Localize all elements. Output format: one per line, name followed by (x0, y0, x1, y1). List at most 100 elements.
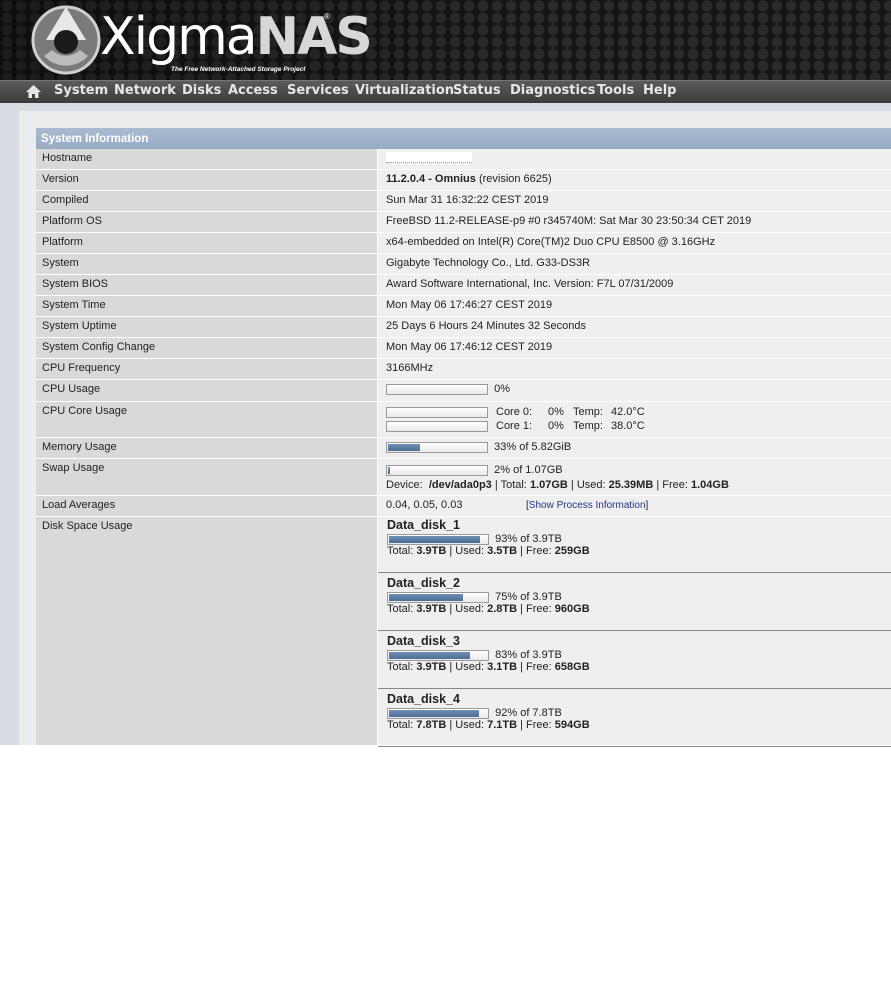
disk-2-details: Total: 3.9TB | Used: 2.8TB | Free: 960GB (387, 603, 590, 615)
disk-3-total-label: Total: (387, 661, 414, 673)
disk-4-total: 7.8TB (416, 719, 447, 731)
value-bios: Award Software International, Inc. Versi… (378, 275, 891, 295)
disk-2-total-label: Total: (387, 603, 414, 615)
value-cpu-frequency: 3166MHz (378, 359, 891, 379)
disk-1-used: 3.5TB (487, 545, 518, 557)
disk-4: Data_disk_4 92% of 7.8TB Total: 7.8TB | … (387, 692, 590, 731)
label-cpu-frequency: CPU Frequency (36, 359, 378, 379)
header-banner: XigmaNAS ® The Free Network-Attached Sto… (0, 0, 891, 80)
disk-3: Data_disk_3 83% of 3.9TB Total: 3.9TB | … (387, 634, 590, 673)
disk-2-total: 3.9TB (416, 603, 447, 615)
swap-total: 1.07GB (529, 479, 568, 491)
value-config-change: Mon May 06 17:46:12 CEST 2019 (378, 338, 891, 358)
value-disk-space-usage: Data_disk_1 93% of 3.9TB Total: 3.9TB | … (378, 517, 891, 747)
row-cpu-frequency: CPU Frequency 3166MHz (36, 359, 891, 380)
cpu-usage-bar (386, 383, 488, 395)
label-cpu-core-usage: CPU Core Usage (36, 402, 378, 437)
label-system-time: System Time (36, 296, 378, 316)
panel-title: System Information (36, 128, 891, 149)
value-memory-usage: 33% of 5.82GiB (378, 438, 891, 458)
disk-4-bar (387, 707, 489, 719)
disk-3-name: Data_disk_3 (387, 634, 460, 648)
disk-3-bar-fill (389, 651, 471, 659)
swap-details: Device: /dev/ada0p3 | Total: 1.07GB | Us… (386, 479, 729, 491)
label-disk-space-usage: Disk Space Usage (36, 517, 378, 745)
row-load-averages: Load Averages 0.04, 0.05, 0.03 [Show Pro… (36, 496, 891, 517)
row-compiled: Compiled Sun Mar 31 16:32:22 CEST 2019 (36, 191, 891, 212)
nav-status[interactable]: Status (453, 83, 501, 98)
value-cpu-usage: 0% (378, 380, 891, 401)
disk-1: Data_disk_1 93% of 3.9TB Total: 3.9TB | … (387, 518, 590, 557)
disk-4-used-label: | Used: (449, 719, 485, 731)
version-revision: (revision 6625) (478, 173, 552, 185)
swap-device: /dev/ada0p3 (428, 479, 492, 491)
nav-services[interactable]: Services (287, 83, 349, 98)
system-information-panel: System Information (36, 128, 891, 149)
disk-1-usage-text: 93% of 3.9TB (495, 533, 562, 545)
core-1-temp-label: Temp: (573, 420, 603, 432)
row-hostname: Hostname (36, 149, 891, 170)
core-1-bar (386, 420, 488, 432)
logo-tagline: The Free Network-Attached Storage Projec… (171, 66, 306, 73)
core-0-pct: 0% (548, 406, 564, 418)
show-process-information-link[interactable]: Show Process Information (529, 500, 646, 511)
disk-3-usage: 83% of 3.9TB (387, 649, 590, 661)
label-hostname: Hostname (36, 149, 378, 169)
row-bios: System BIOS Award Software International… (36, 275, 891, 296)
row-system: System Gigabyte Technology Co., Ltd. G33… (36, 254, 891, 275)
nav-network[interactable]: Network (114, 83, 176, 98)
row-cpu-core-usage: CPU Core Usage Core 0: 0% Temp: 42.0°C C… (36, 402, 891, 438)
disk-2-bar-fill (389, 593, 463, 601)
row-disk-space-usage: Disk Space Usage Data_disk_1 93% of 3.9T… (36, 517, 891, 747)
disk-3-total: 3.9TB (416, 661, 447, 673)
disk-2-name: Data_disk_2 (387, 576, 460, 590)
disk-4-bar-fill (389, 709, 480, 717)
label-platform: Platform (36, 233, 378, 253)
label-uptime: System Uptime (36, 317, 378, 337)
disk-2: Data_disk_2 75% of 3.9TB Total: 3.9TB | … (387, 576, 590, 615)
disk-1-bar-fill (389, 535, 481, 543)
core-0-bar (386, 406, 488, 418)
swap-free-label: | Free: (656, 479, 688, 491)
core-1-temp: 38.0°C (611, 420, 645, 432)
row-memory-usage: Memory Usage 33% of 5.82GiB (36, 438, 891, 459)
disk-1-name: Data_disk_1 (387, 518, 460, 532)
swap-free: 1.04GB (691, 479, 729, 491)
disk-4-free: 594GB (554, 719, 590, 731)
core-0-label: Core 0: (496, 406, 533, 418)
disk-4-used: 7.1TB (487, 719, 518, 731)
label-platform-os: Platform OS (36, 212, 378, 232)
home-icon[interactable] (25, 84, 42, 99)
row-uptime: System Uptime 25 Days 6 Hours 24 Minutes… (36, 317, 891, 338)
process-info-link-wrapper: [Show Process Information] (526, 500, 648, 511)
nav-system[interactable]: System (54, 83, 108, 98)
logo-registered-mark: ® (324, 12, 330, 21)
nav-access[interactable]: Access (228, 83, 278, 98)
label-version: Version (36, 170, 378, 190)
swap-usage-bar (386, 464, 488, 476)
system-info-table: Hostname Version 11.2.0.4 - Omnius (revi… (36, 149, 891, 747)
nav-help[interactable]: Help (643, 83, 676, 98)
core-1-label: Core 1: (496, 420, 533, 432)
swap-used: 25.39MB (608, 479, 654, 491)
disk-separator (378, 746, 891, 747)
main-navbar: System Network Disks Access Services Vir… (0, 80, 891, 104)
value-platform: x64-embedded on Intel(R) Core(TM)2 Duo C… (378, 233, 891, 253)
swap-device-label: Device: (386, 479, 423, 491)
disk-4-usage: 92% of 7.8TB (387, 707, 590, 719)
swap-usage-text: 2% of 1.07GB (494, 464, 563, 476)
xigmanas-logo[interactable]: XigmaNAS ® The Free Network-Attached Sto… (30, 4, 373, 76)
disk-1-free: 259GB (554, 545, 590, 557)
nav-tools[interactable]: Tools (597, 83, 634, 98)
disk-1-total: 3.9TB (416, 545, 447, 557)
disk-1-free-label: | Free: (520, 545, 552, 557)
disk-2-bar (387, 591, 489, 603)
value-compiled: Sun Mar 31 16:32:22 CEST 2019 (378, 191, 891, 211)
nav-diagnostics[interactable]: Diagnostics (510, 83, 595, 98)
cpu-usage-text: 0% (494, 383, 511, 395)
nav-virtualization[interactable]: Virtualization (355, 83, 454, 98)
nav-disks[interactable]: Disks (182, 83, 221, 98)
disk-4-total-label: Total: (387, 719, 414, 731)
label-load-averages: Load Averages (36, 496, 378, 516)
disk-4-usage-text: 92% of 7.8TB (495, 707, 562, 719)
